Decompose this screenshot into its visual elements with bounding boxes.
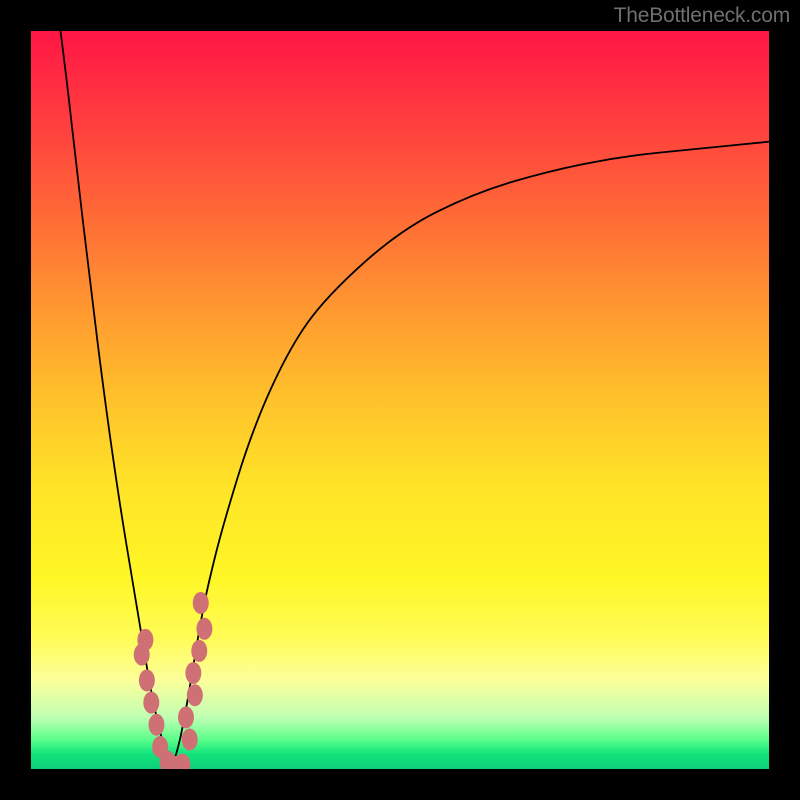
data-marker (134, 644, 150, 666)
data-marker (193, 592, 209, 614)
data-marker (182, 728, 198, 750)
data-marker (187, 684, 203, 706)
chart-svg (31, 31, 769, 769)
data-marker (143, 692, 159, 714)
marker-cluster-right (178, 592, 212, 751)
data-marker (139, 669, 155, 691)
chart-frame: TheBottleneck.com (0, 0, 800, 800)
data-marker (191, 640, 207, 662)
data-marker (185, 662, 201, 684)
watermark-text: TheBottleneck.com (614, 4, 790, 28)
data-marker (174, 754, 190, 769)
curve-left-branch (61, 31, 172, 769)
curve-right-branch (171, 142, 769, 769)
data-marker (196, 618, 212, 640)
data-marker (148, 714, 164, 736)
marker-cluster-left (134, 629, 191, 769)
data-marker (178, 706, 194, 728)
plot-area (31, 31, 769, 769)
